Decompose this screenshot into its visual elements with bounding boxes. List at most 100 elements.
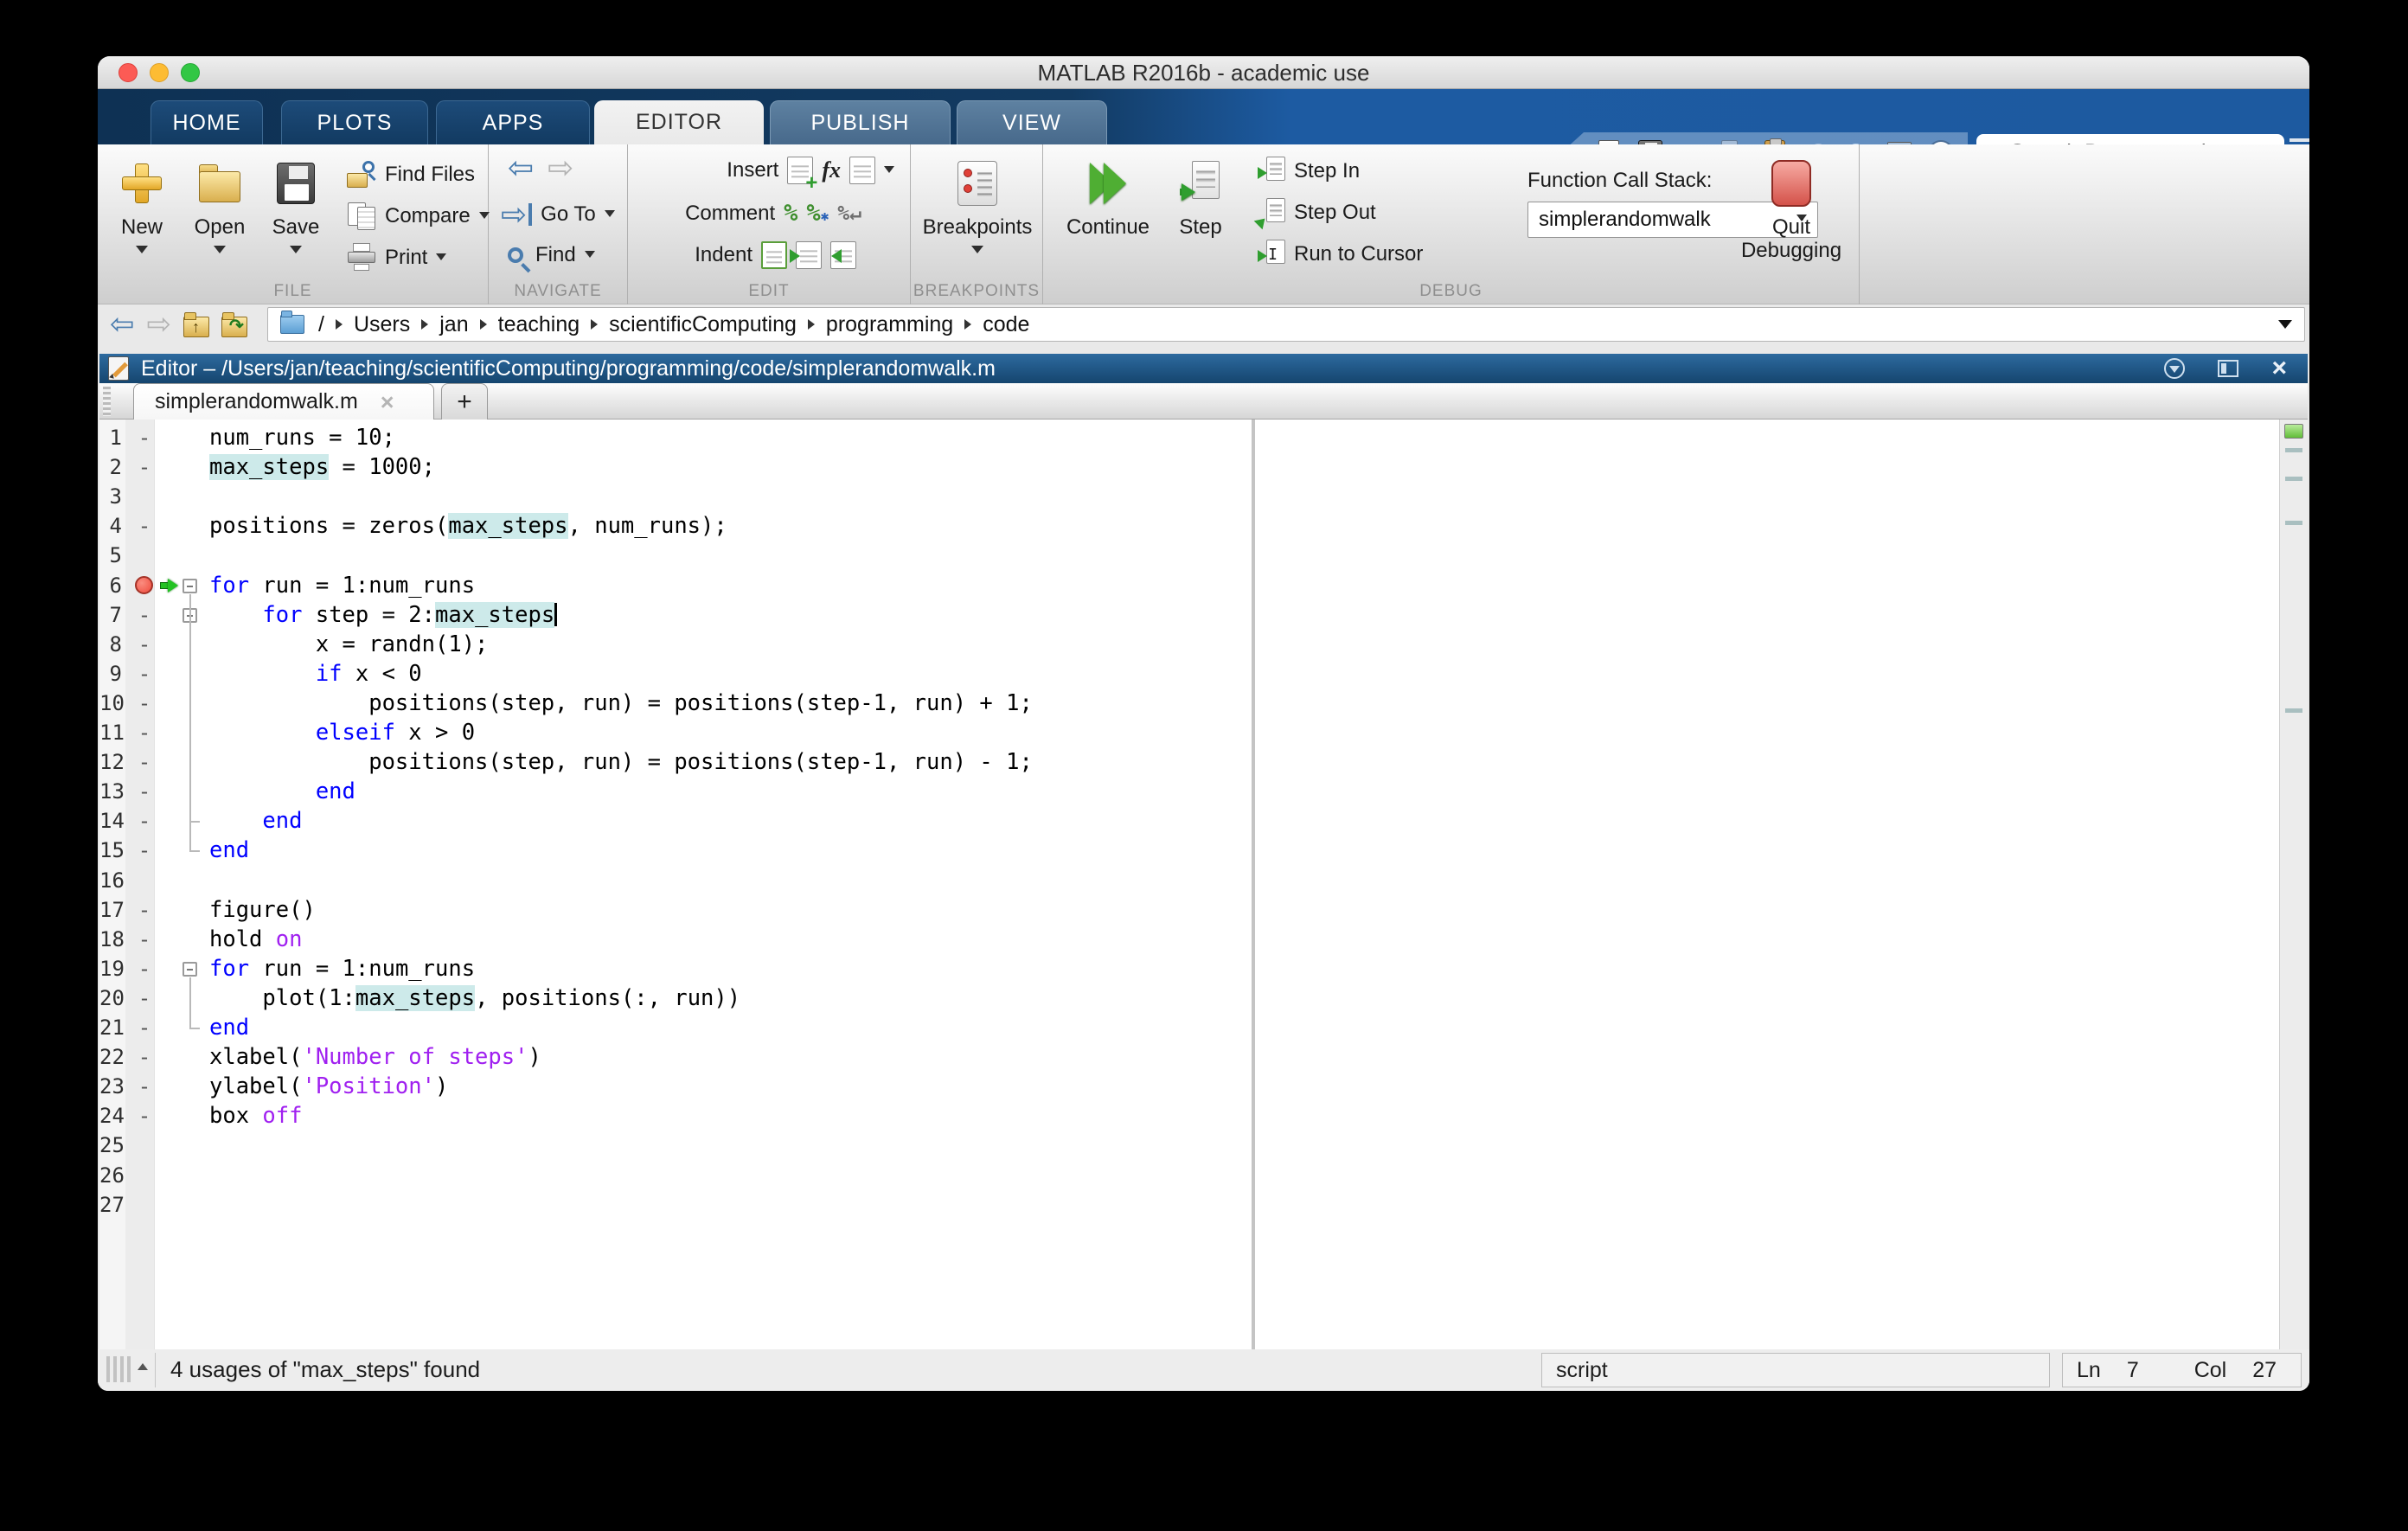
toolstrip-tab-home[interactable]: HOME [150,100,263,144]
executable-line-marker[interactable]: - [138,689,151,718]
code-line[interactable]: 15-end [99,836,2279,865]
goto-button[interactable]: ⇨ Go To [501,200,615,229]
save-button[interactable]: Save [259,157,333,259]
code-line[interactable]: 26 [99,1161,2279,1190]
open-button[interactable]: Open [183,157,257,259]
quit-debugging-button[interactable]: QuitDebugging [1735,157,1848,262]
toolstrip-tab-apps[interactable]: APPS [436,100,590,144]
comment-button[interactable]: Comment % %✱ %↵ [685,200,861,227]
code-line[interactable]: 1-num_runs = 10; [99,423,2279,452]
code-line[interactable]: 23-ylabel('Position') [99,1072,2279,1101]
executable-line-marker[interactable]: - [138,659,151,689]
indent-right-icon[interactable] [796,241,822,269]
step-button[interactable]: Step [1164,157,1237,239]
annotation-mark[interactable] [2285,448,2302,452]
continue-button[interactable]: Continue [1060,157,1156,239]
compare-button[interactable]: Compare [347,202,490,231]
annotation-bar[interactable] [2279,420,2308,1349]
executable-line-marker[interactable]: - [138,777,151,806]
breadcrumb-segment[interactable]: code [983,312,1029,337]
executable-line-marker[interactable]: - [138,1101,151,1131]
forward-icon[interactable]: ⇨ [548,153,573,183]
code-line[interactable]: 2-max_steps = 1000; [99,452,2279,482]
folder-back-icon[interactable]: ⇦ [110,308,135,341]
status-grip-arrow-icon[interactable] [138,1363,148,1370]
code-line[interactable]: 7- for step = 2:max_steps [99,600,2279,630]
insert-fx-icon[interactable]: fx [822,157,841,183]
smart-indent-icon[interactable] [761,241,787,269]
step-in-button[interactable]: Step In [1258,157,1360,186]
new-button[interactable]: New [105,157,179,259]
code-line[interactable]: 11- elseif x > 0 [99,718,2279,747]
executable-line-marker[interactable]: - [138,452,151,482]
code-line[interactable]: 18-hold on [99,925,2279,954]
editor-actions-icon[interactable] [2164,358,2185,379]
executable-line-marker[interactable]: - [138,630,151,659]
folder-up-icon[interactable]: ↑ [183,317,209,337]
insert-button[interactable]: Insert + fx [727,157,894,184]
insert-function-icon[interactable] [849,157,875,184]
code-line[interactable]: 19-for run = 1:num_runs [99,954,2279,983]
executable-line-marker[interactable]: - [138,1013,151,1042]
address-dropdown-icon[interactable] [2278,320,2292,329]
code-line[interactable]: 5 [99,541,2279,570]
code-line[interactable]: 16 [99,866,2279,895]
code-line[interactable]: 3 [99,482,2279,511]
folder-forward-icon[interactable]: ⇨ [147,308,172,341]
executable-line-marker[interactable]: - [138,1042,151,1072]
find-files-button[interactable]: Find Files [347,160,475,189]
executable-line-marker[interactable]: - [138,895,151,925]
code-ok-indicator[interactable] [2284,424,2303,439]
code-line[interactable]: 10- positions(step, run) = positions(ste… [99,689,2279,718]
executable-line-marker[interactable]: - [138,747,151,777]
code-line[interactable]: 25 [99,1131,2279,1160]
breadcrumb-segment[interactable]: programming [826,312,953,337]
annotation-mark[interactable] [2285,708,2302,713]
breadcrumb-segment[interactable]: / [318,312,324,337]
executable-line-marker[interactable]: - [138,511,151,541]
code-line[interactable]: 22-xlabel('Number of steps') [99,1042,2279,1072]
annotation-mark[interactable] [2285,477,2302,481]
new-tab-button[interactable]: + [441,383,488,420]
status-grip-icon[interactable] [106,1356,132,1382]
breadcrumb-segment[interactable]: teaching [498,312,580,337]
executable-line-marker[interactable]: - [138,836,151,865]
executable-line-marker[interactable]: - [138,423,151,452]
run-to-cursor-button[interactable]: I Run to Cursor [1258,240,1423,269]
breakpoint-icon[interactable] [135,576,153,594]
code-line[interactable]: 6for run = 1:num_runs [99,571,2279,600]
code-fold-icon[interactable] [183,579,197,593]
breakpoints-button[interactable]: Breakpoints [940,157,1015,259]
browse-folder-icon[interactable]: ↷ [221,317,247,337]
tab-grip[interactable] [103,387,111,416]
code-line[interactable]: 20- plot(1:max_steps, positions(:, run)) [99,983,2279,1013]
code-line[interactable]: 4-positions = zeros(max_steps, num_runs)… [99,511,2279,541]
executable-line-marker[interactable]: - [138,925,151,954]
executable-line-marker[interactable]: - [138,718,151,747]
wrap-comments-icon[interactable]: %↵ [837,202,861,225]
code-line[interactable]: 8- x = randn(1); [99,630,2279,659]
code-fold-icon[interactable] [183,962,197,977]
uncomment-icon[interactable]: %✱ [806,200,829,227]
back-icon[interactable]: ⇦ [508,153,534,183]
code-area[interactable]: 1-num_runs = 10;2-max_steps = 1000;34-po… [99,420,2308,1349]
indent-button[interactable]: Indent [695,241,856,269]
code-line[interactable]: 27 [99,1190,2279,1220]
toolstrip-tab-plots[interactable]: PLOTS [281,100,428,144]
code-line[interactable]: 9- if x < 0 [99,659,2279,689]
executable-line-marker[interactable]: - [138,806,151,836]
toolstrip-tab-publish[interactable]: PUBLISH [770,100,951,144]
breadcrumb-segment[interactable]: jan [439,312,468,337]
editor-dock-icon[interactable] [2218,360,2238,377]
code-line[interactable]: 12- positions(step, run) = positions(ste… [99,747,2279,777]
executable-line-marker[interactable]: - [138,954,151,983]
code-line[interactable]: 24-box off [99,1101,2279,1131]
indent-left-icon[interactable] [830,241,856,269]
executable-line-marker[interactable]: - [138,600,151,630]
executable-line-marker[interactable]: - [138,983,151,1013]
executable-line-marker[interactable]: - [138,1072,151,1101]
breadcrumb-segment[interactable]: Users [354,312,410,337]
step-out-button[interactable]: Step Out [1258,198,1376,227]
code-line[interactable]: 13- end [99,777,2279,806]
toolstrip-tab-editor[interactable]: EDITOR [594,100,764,144]
